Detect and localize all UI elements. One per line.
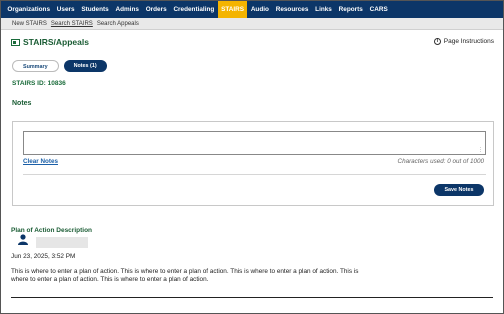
nav-item-audio[interactable]: Audio	[247, 1, 272, 18]
nav-item-credentialing[interactable]: Credentialing	[170, 1, 218, 18]
nav-item-students[interactable]: Students	[78, 1, 112, 18]
info-icon: i	[433, 38, 441, 45]
plan-of-action-title: Plan of Action Description	[11, 227, 93, 234]
plan-description-text: This is where to enter a plan of action.…	[11, 268, 359, 283]
nav-item-admins[interactable]: Admins	[112, 1, 142, 18]
nav-item-organizations[interactable]: Organizations	[4, 1, 53, 18]
tab-bar: Summary Notes (1)	[12, 60, 107, 72]
bottom-divider	[11, 297, 493, 298]
author-name-redacted	[36, 237, 88, 248]
nav-item-links[interactable]: Links	[312, 1, 335, 18]
subnav-search-stairs[interactable]: Search STAIRS	[51, 21, 93, 27]
page-header: STAIRS/Appeals	[11, 37, 89, 47]
notes-panel: ⋮ Clear Notes Characters used: 0 out of …	[12, 121, 494, 206]
top-navigation: Organizations Users Students Admins Orde…	[1, 1, 503, 18]
nav-item-resources[interactable]: Resources	[272, 1, 311, 18]
notes-textarea[interactable]: ⋮	[23, 131, 486, 155]
stairs-id: STAIRS ID: 10836	[12, 80, 66, 87]
nav-item-cars[interactable]: CARS	[366, 1, 391, 18]
clear-notes-link[interactable]: Clear Notes	[23, 158, 58, 165]
notes-heading: Notes	[12, 100, 32, 107]
resize-grip-icon[interactable]: ⋮	[478, 147, 483, 153]
page-instructions-label: Page Instructions	[443, 38, 494, 45]
page-instructions-link[interactable]: i Page Instructions	[433, 38, 494, 45]
page-title: STAIRS/Appeals	[23, 37, 89, 47]
tab-notes[interactable]: Notes (1)	[63, 60, 107, 72]
divider	[23, 174, 486, 175]
plan-timestamp: Jun 23, 2025, 3:52 PM	[11, 253, 76, 260]
tab-summary[interactable]: Summary	[12, 60, 59, 72]
subnav-new-stairs[interactable]: New STAIRS	[12, 21, 47, 27]
sub-navigation: New STAIRS Search STAIRS Search Appeals	[1, 18, 503, 30]
nav-item-users[interactable]: Users	[53, 1, 78, 18]
character-count: Characters used: 0 out of 1000	[397, 158, 484, 165]
nav-item-reports[interactable]: Reports	[335, 1, 366, 18]
nav-item-orders[interactable]: Orders	[142, 1, 170, 18]
appeals-icon	[11, 38, 20, 46]
subnav-search-appeals[interactable]: Search Appeals	[97, 21, 139, 27]
nav-item-stairs[interactable]: STAIRS	[217, 1, 248, 18]
save-notes-button[interactable]: Save Notes	[434, 184, 484, 196]
user-icon	[18, 234, 28, 245]
